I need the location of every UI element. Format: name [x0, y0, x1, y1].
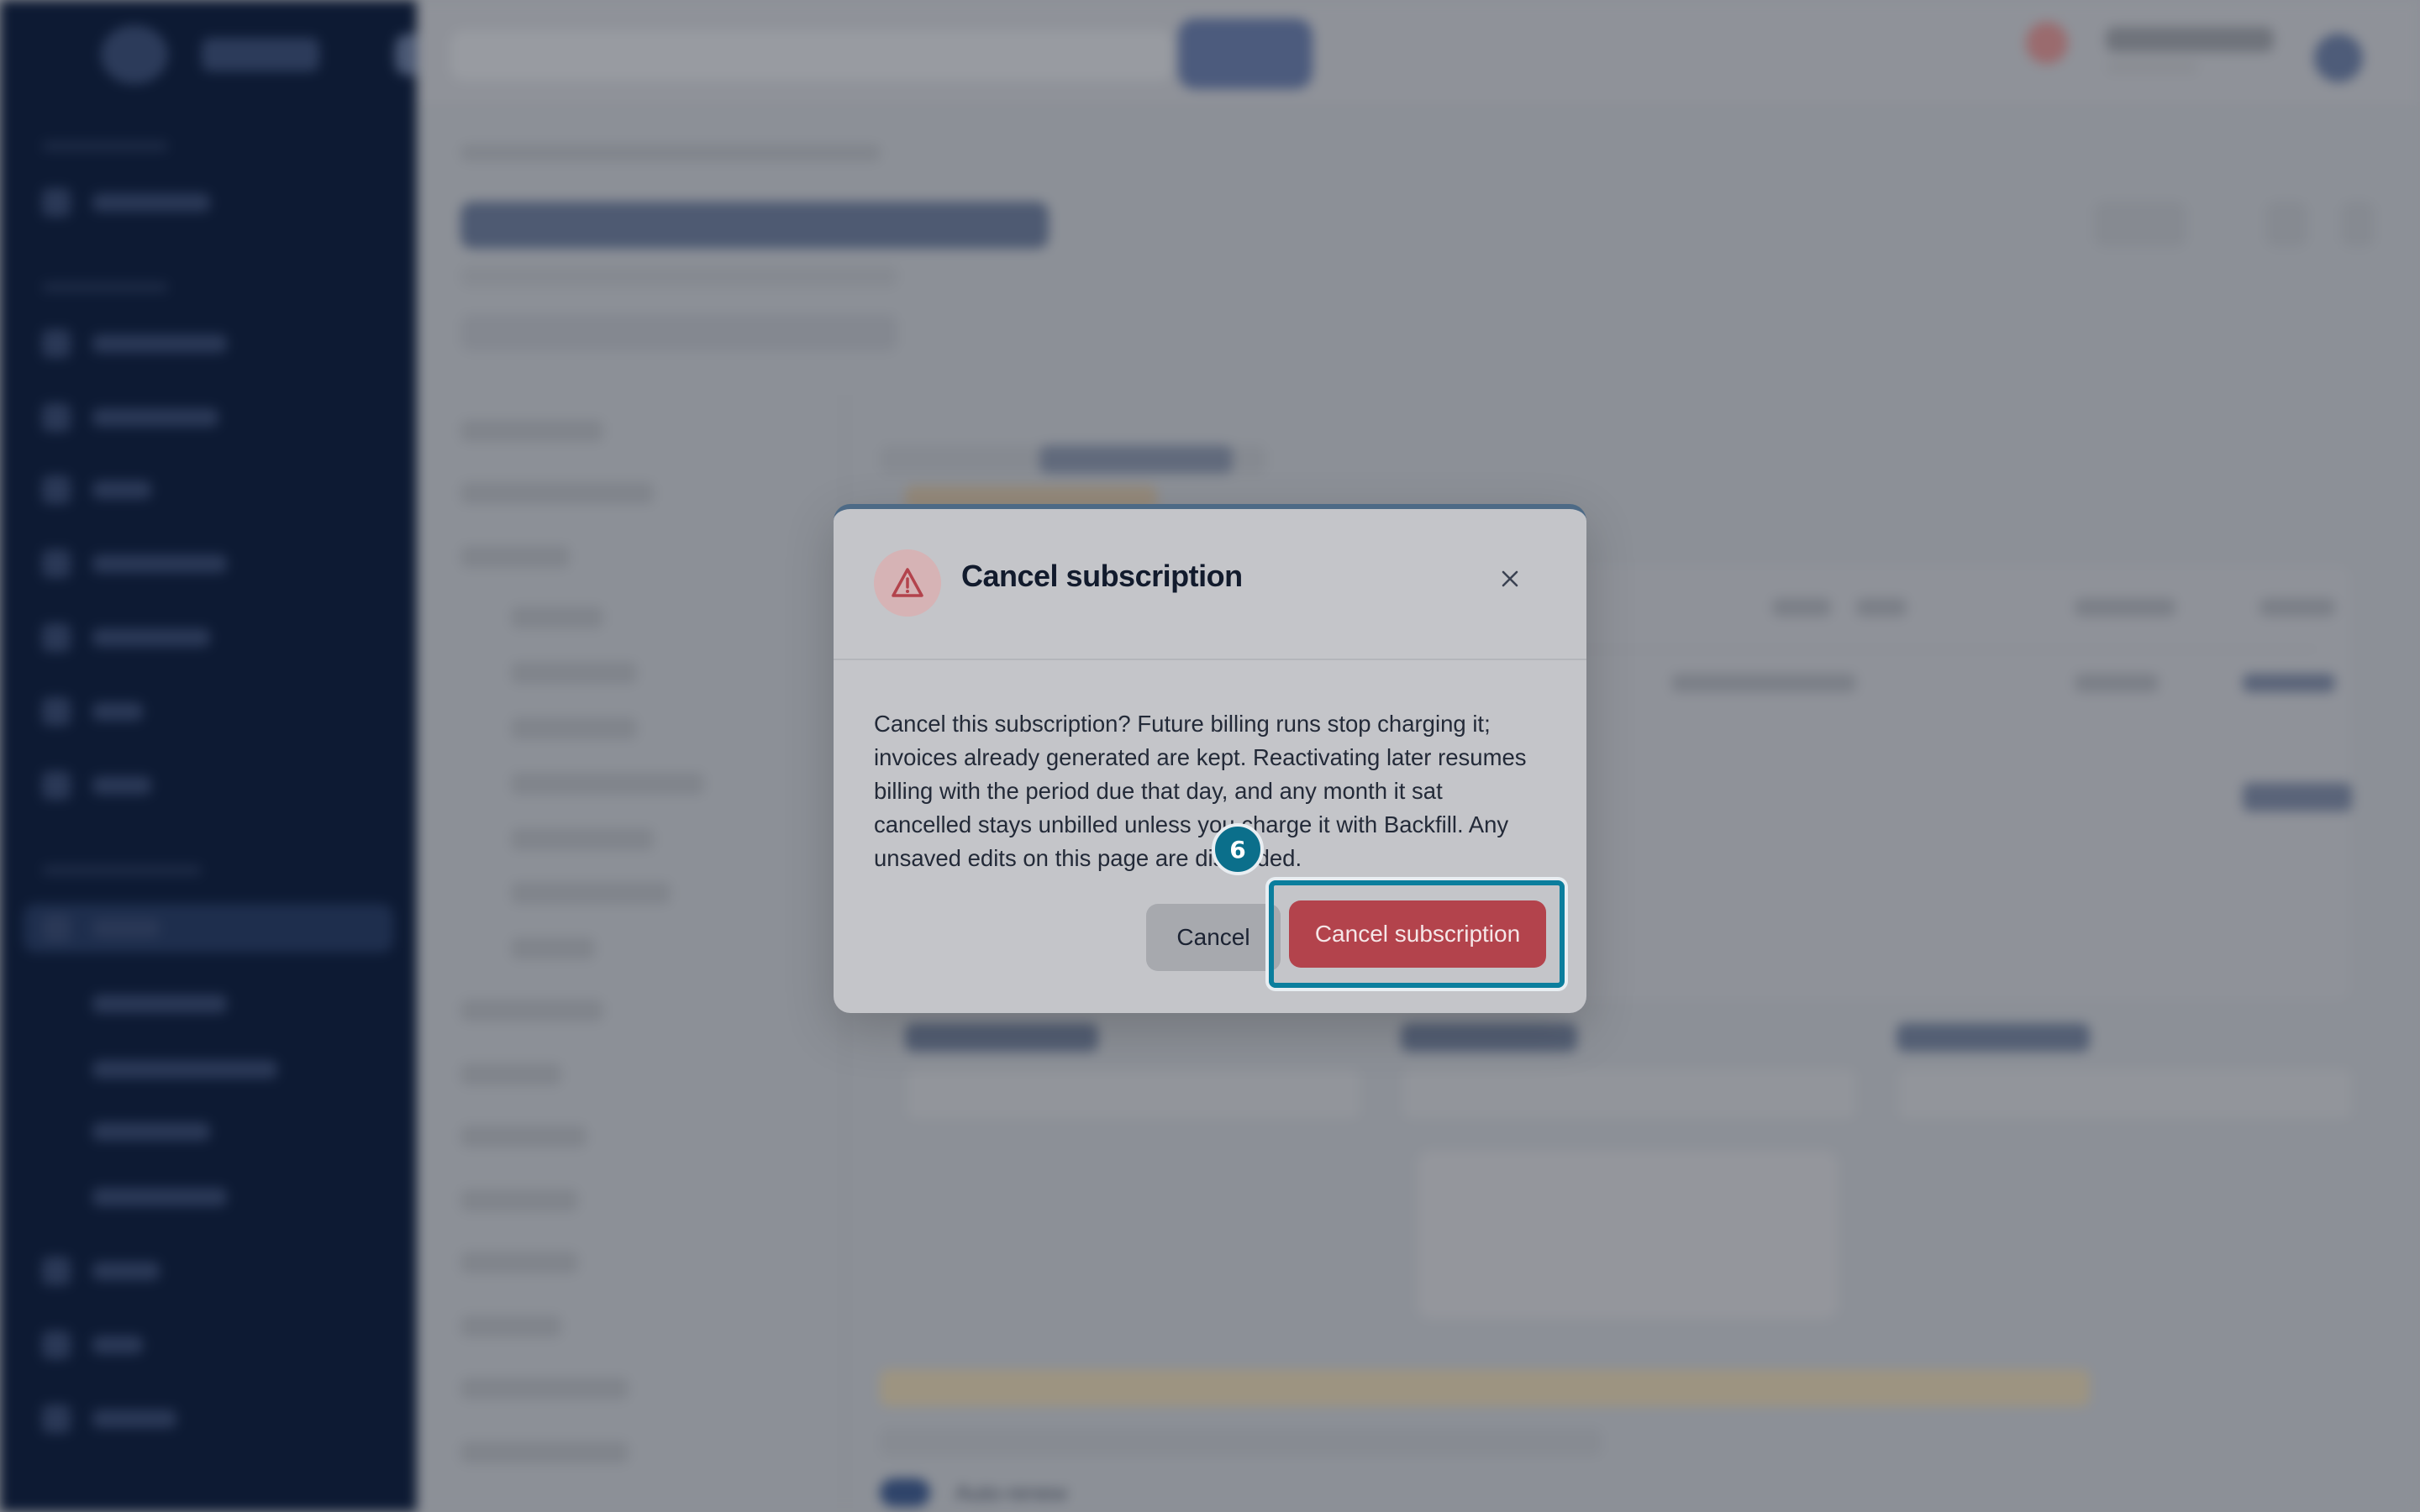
sidebar-subitem[interactable] — [92, 1055, 277, 1084]
auto-renew-toggle[interactable] — [880, 1478, 930, 1507]
close-icon[interactable] — [1497, 566, 1523, 591]
help-text — [1418, 1151, 1838, 1319]
nav-subitem[interactable] — [511, 773, 704, 795]
header-icon-button[interactable] — [2341, 202, 2375, 247]
page-meta — [460, 314, 897, 351]
dialog-title: Cancel subscription — [961, 559, 1243, 593]
top-bar — [417, 0, 2420, 109]
warning-banner — [880, 1369, 2090, 1406]
nav-subitem[interactable] — [511, 662, 637, 684]
auto-renew-label: Auto-renew — [955, 1480, 1067, 1505]
cancel-button[interactable]: Cancel — [1146, 904, 1281, 971]
sidebar-item[interactable] — [42, 623, 210, 652]
app-logo-text — [202, 38, 319, 71]
sidebar-item[interactable] — [42, 1257, 160, 1285]
nav-item[interactable] — [460, 1126, 587, 1147]
sidebar-item[interactable] — [42, 697, 143, 726]
field-label — [905, 1023, 1098, 1052]
nav-item[interactable] — [460, 420, 603, 442]
field-label — [1401, 1023, 1577, 1052]
sidebar-item[interactable] — [42, 475, 151, 504]
avatar[interactable] — [2314, 34, 2363, 82]
nav-item[interactable] — [460, 1378, 629, 1399]
nav-item[interactable] — [460, 1063, 561, 1085]
nav-item[interactable] — [460, 1000, 603, 1021]
dialog-header: Cancel subscription — [834, 509, 1586, 660]
sidebar-item[interactable] — [42, 1331, 143, 1359]
user-role — [2106, 60, 2198, 74]
top-action-button[interactable] — [1178, 18, 1313, 89]
header-icon-button[interactable] — [2265, 202, 2307, 247]
app-logo — [101, 25, 168, 84]
sidebar — [0, 0, 429, 1512]
form-field[interactable] — [905, 1067, 1362, 1121]
sidebar-section-heading — [42, 865, 202, 875]
field-label — [1897, 1023, 2090, 1052]
nav-item[interactable] — [460, 1315, 561, 1337]
warning-triangle-icon — [874, 549, 941, 617]
nav-item[interactable] — [460, 546, 570, 568]
search-input[interactable] — [450, 30, 1173, 81]
form-field[interactable] — [1897, 1067, 2354, 1121]
confirm-cancel-subscription-button[interactable]: Cancel subscription — [1289, 900, 1546, 968]
header-button[interactable] — [2094, 202, 2186, 247]
nav-subitem[interactable] — [511, 606, 603, 628]
tab-active[interactable] — [1039, 445, 1233, 474]
page-subtitle — [460, 265, 897, 287]
nav-item[interactable] — [460, 1189, 578, 1211]
nav-subitem[interactable] — [511, 717, 637, 739]
nav-subitem[interactable] — [511, 937, 595, 959]
checkbox-option[interactable] — [880, 1428, 1602, 1457]
sidebar-item[interactable] — [42, 914, 160, 942]
breadcrumb — [460, 144, 881, 161]
sidebar-item[interactable] — [42, 1404, 176, 1433]
sidebar-subitem[interactable] — [92, 990, 227, 1018]
sidebar-item[interactable] — [42, 188, 210, 217]
step-number-badge: 6 — [1212, 823, 1264, 875]
nav-subitem[interactable] — [511, 882, 671, 904]
nav-subitem[interactable] — [511, 828, 654, 850]
sidebar-subitem[interactable] — [92, 1117, 210, 1146]
sidebar-item[interactable] — [42, 403, 218, 432]
form-select[interactable] — [1401, 1067, 1858, 1121]
nav-item[interactable] — [460, 482, 654, 504]
sidebar-item[interactable] — [42, 549, 227, 578]
sidebar-item[interactable] — [42, 329, 227, 358]
nav-item[interactable] — [460, 1441, 629, 1463]
sidebar-item[interactable] — [42, 771, 151, 800]
sidebar-section-heading — [42, 282, 168, 292]
sidebar-section-heading — [42, 141, 168, 151]
page-title — [460, 202, 1049, 249]
nav-item[interactable] — [460, 1252, 578, 1273]
language-flag-icon[interactable] — [2026, 22, 2068, 64]
sidebar-subitem[interactable] — [92, 1183, 227, 1211]
user-name — [2106, 27, 2274, 52]
dialog-message: Cancel this subscription? Future billing… — [874, 711, 1527, 871]
